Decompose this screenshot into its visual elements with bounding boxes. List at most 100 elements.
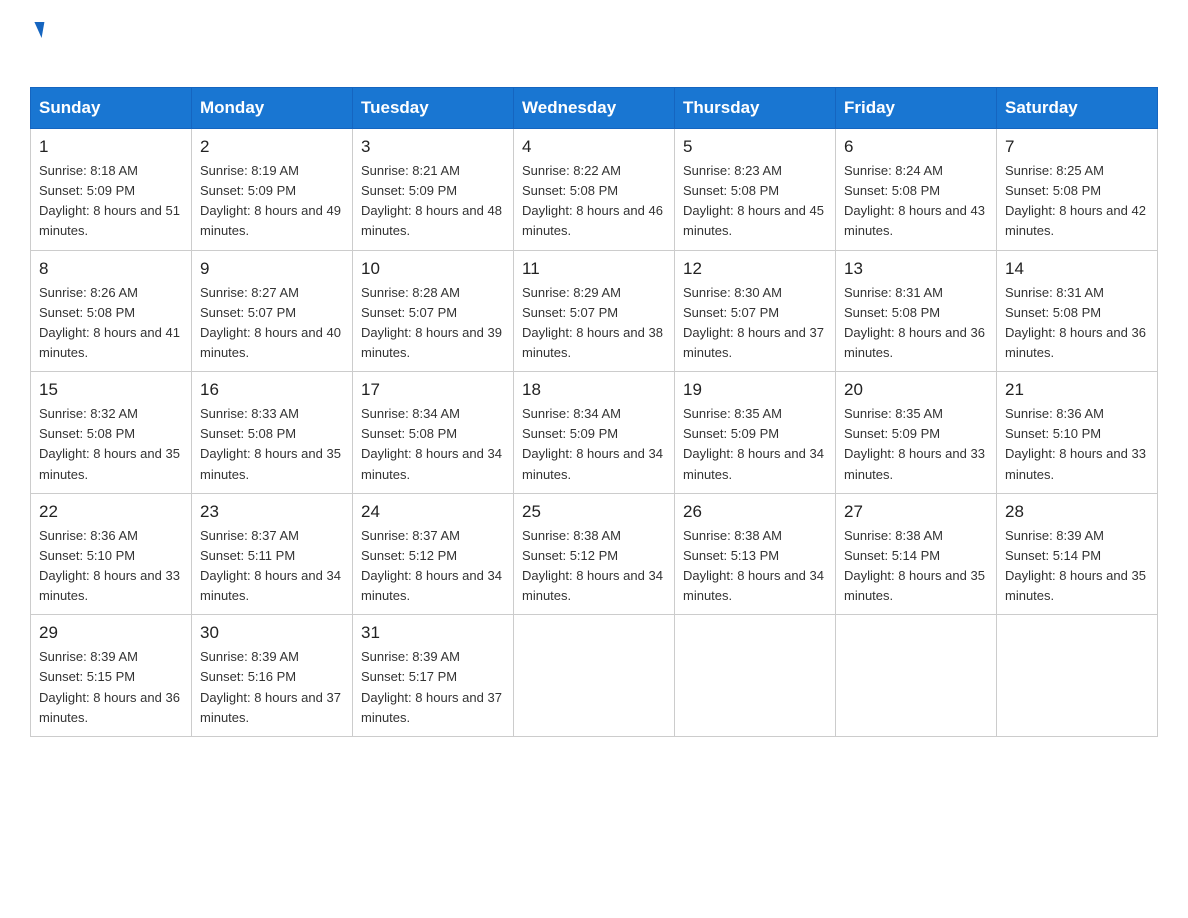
calendar-cell: 19Sunrise: 8:35 AMSunset: 5:09 PMDayligh… xyxy=(675,372,836,494)
day-number: 28 xyxy=(1005,502,1149,522)
day-info: Sunrise: 8:34 AMSunset: 5:08 PMDaylight:… xyxy=(361,404,505,485)
day-number: 11 xyxy=(522,259,666,279)
calendar-cell: 24 Sunrise: 8:37 AMSunset: 5:12 PMDayligh… xyxy=(353,493,514,615)
calendar-cell: 22 Sunrise: 8:36 AMSunset: 5:10 PMDayligh… xyxy=(31,493,192,615)
day-info: Sunrise: 8:39 AMSunset: 5:16 PMDaylight:… xyxy=(200,647,344,728)
calendar-cell: 15Sunrise: 8:32 AMSunset: 5:08 PMDayligh… xyxy=(31,372,192,494)
day-info: Sunrise: 8:27 AMSunset: 5:07 PMDaylight:… xyxy=(200,283,344,364)
calendar-cell: 5Sunrise: 8:23 AMSunset: 5:08 PMDaylight… xyxy=(675,129,836,251)
calendar-cell: 28 Sunrise: 8:39 AMSunset: 5:14 PMDayligh… xyxy=(997,493,1158,615)
day-number: 12 xyxy=(683,259,827,279)
calendar-cell: 13 Sunrise: 8:31 AMSunset: 5:08 PMDayligh… xyxy=(836,250,997,372)
day-number: 26 xyxy=(683,502,827,522)
day-info: Sunrise: 8:32 AMSunset: 5:08 PMDaylight:… xyxy=(39,404,183,485)
day-header-saturday: Saturday xyxy=(997,88,1158,129)
calendar-cell: 29 Sunrise: 8:39 AMSunset: 5:15 PMDayligh… xyxy=(31,615,192,737)
day-info: Sunrise: 8:22 AMSunset: 5:08 PMDaylight:… xyxy=(522,161,666,242)
calendar-cell: 6 Sunrise: 8:24 AMSunset: 5:08 PMDaylight… xyxy=(836,129,997,251)
day-number: 16 xyxy=(200,380,344,400)
calendar-cell: 3 Sunrise: 8:21 AMSunset: 5:09 PMDaylight… xyxy=(353,129,514,251)
calendar-header-row: SundayMondayTuesdayWednesdayThursdayFrid… xyxy=(31,88,1158,129)
calendar-week-row: 29 Sunrise: 8:39 AMSunset: 5:15 PMDayligh… xyxy=(31,615,1158,737)
day-number: 20 xyxy=(844,380,988,400)
calendar-week-row: 8Sunrise: 8:26 AMSunset: 5:08 PMDaylight… xyxy=(31,250,1158,372)
day-number: 27 xyxy=(844,502,988,522)
day-number: 22 xyxy=(39,502,183,522)
day-number: 3 xyxy=(361,137,505,157)
day-number: 2 xyxy=(200,137,344,157)
calendar-cell: 12 Sunrise: 8:30 AMSunset: 5:07 PMDayligh… xyxy=(675,250,836,372)
day-number: 31 xyxy=(361,623,505,643)
day-number: 23 xyxy=(200,502,344,522)
calendar-cell: 31 Sunrise: 8:39 AMSunset: 5:17 PMDayligh… xyxy=(353,615,514,737)
day-info: Sunrise: 8:21 AMSunset: 5:09 PMDaylight:… xyxy=(361,161,505,242)
calendar-cell: 9Sunrise: 8:27 AMSunset: 5:07 PMDaylight… xyxy=(192,250,353,372)
day-header-tuesday: Tuesday xyxy=(353,88,514,129)
day-info: Sunrise: 8:31 AMSunset: 5:08 PMDaylight:… xyxy=(1005,283,1149,364)
day-info: Sunrise: 8:33 AMSunset: 5:08 PMDaylight:… xyxy=(200,404,344,485)
calendar-cell: 10 Sunrise: 8:28 AMSunset: 5:07 PMDayligh… xyxy=(353,250,514,372)
calendar-week-row: 1Sunrise: 8:18 AMSunset: 5:09 PMDaylight… xyxy=(31,129,1158,251)
calendar-cell: 14 Sunrise: 8:31 AMSunset: 5:08 PMDayligh… xyxy=(997,250,1158,372)
calendar-week-row: 22 Sunrise: 8:36 AMSunset: 5:10 PMDayligh… xyxy=(31,493,1158,615)
day-info: Sunrise: 8:38 AMSunset: 5:12 PMDaylight:… xyxy=(522,526,666,607)
day-info: Sunrise: 8:31 AMSunset: 5:08 PMDaylight:… xyxy=(844,283,988,364)
calendar-cell: 26 Sunrise: 8:38 AMSunset: 5:13 PMDayligh… xyxy=(675,493,836,615)
calendar-cell: 23 Sunrise: 8:37 AMSunset: 5:11 PMDayligh… xyxy=(192,493,353,615)
day-info: Sunrise: 8:39 AMSunset: 5:14 PMDaylight:… xyxy=(1005,526,1149,607)
day-number: 30 xyxy=(200,623,344,643)
logo xyxy=(30,20,43,67)
logo-arrow-icon xyxy=(32,22,45,38)
calendar-cell: 16 Sunrise: 8:33 AMSunset: 5:08 PMDayligh… xyxy=(192,372,353,494)
day-number: 24 xyxy=(361,502,505,522)
calendar-table: SundayMondayTuesdayWednesdayThursdayFrid… xyxy=(30,87,1158,737)
calendar-cell: 27 Sunrise: 8:38 AMSunset: 5:14 PMDayligh… xyxy=(836,493,997,615)
day-info: Sunrise: 8:28 AMSunset: 5:07 PMDaylight:… xyxy=(361,283,505,364)
day-info: Sunrise: 8:38 AMSunset: 5:13 PMDaylight:… xyxy=(683,526,827,607)
day-header-thursday: Thursday xyxy=(675,88,836,129)
calendar-cell: 11 Sunrise: 8:29 AMSunset: 5:07 PMDayligh… xyxy=(514,250,675,372)
day-number: 14 xyxy=(1005,259,1149,279)
day-number: 13 xyxy=(844,259,988,279)
day-info: Sunrise: 8:39 AMSunset: 5:15 PMDaylight:… xyxy=(39,647,183,728)
day-info: Sunrise: 8:39 AMSunset: 5:17 PMDaylight:… xyxy=(361,647,505,728)
day-number: 4 xyxy=(522,137,666,157)
day-number: 10 xyxy=(361,259,505,279)
calendar-cell xyxy=(997,615,1158,737)
day-number: 18 xyxy=(522,380,666,400)
day-number: 29 xyxy=(39,623,183,643)
day-header-monday: Monday xyxy=(192,88,353,129)
day-number: 21 xyxy=(1005,380,1149,400)
calendar-cell: 18 Sunrise: 8:34 AMSunset: 5:09 PMDayligh… xyxy=(514,372,675,494)
day-info: Sunrise: 8:19 AMSunset: 5:09 PMDaylight:… xyxy=(200,161,344,242)
calendar-cell: 1Sunrise: 8:18 AMSunset: 5:09 PMDaylight… xyxy=(31,129,192,251)
day-info: Sunrise: 8:29 AMSunset: 5:07 PMDaylight:… xyxy=(522,283,666,364)
calendar-cell: 20 Sunrise: 8:35 AMSunset: 5:09 PMDayligh… xyxy=(836,372,997,494)
calendar-cell: 7 Sunrise: 8:25 AMSunset: 5:08 PMDaylight… xyxy=(997,129,1158,251)
calendar-cell xyxy=(836,615,997,737)
day-info: Sunrise: 8:24 AMSunset: 5:08 PMDaylight:… xyxy=(844,161,988,242)
day-info: Sunrise: 8:37 AMSunset: 5:12 PMDaylight:… xyxy=(361,526,505,607)
day-info: Sunrise: 8:34 AMSunset: 5:09 PMDaylight:… xyxy=(522,404,666,485)
day-header-friday: Friday xyxy=(836,88,997,129)
day-number: 5 xyxy=(683,137,827,157)
calendar-cell: 2 Sunrise: 8:19 AMSunset: 5:09 PMDaylight… xyxy=(192,129,353,251)
day-info: Sunrise: 8:36 AMSunset: 5:10 PMDaylight:… xyxy=(39,526,183,607)
day-info: Sunrise: 8:35 AMSunset: 5:09 PMDaylight:… xyxy=(844,404,988,485)
day-info: Sunrise: 8:18 AMSunset: 5:09 PMDaylight:… xyxy=(39,161,183,242)
day-info: Sunrise: 8:37 AMSunset: 5:11 PMDaylight:… xyxy=(200,526,344,607)
day-info: Sunrise: 8:30 AMSunset: 5:07 PMDaylight:… xyxy=(683,283,827,364)
calendar-cell: 30 Sunrise: 8:39 AMSunset: 5:16 PMDayligh… xyxy=(192,615,353,737)
day-info: Sunrise: 8:35 AMSunset: 5:09 PMDaylight:… xyxy=(683,404,827,485)
day-info: Sunrise: 8:25 AMSunset: 5:08 PMDaylight:… xyxy=(1005,161,1149,242)
calendar-cell xyxy=(514,615,675,737)
day-number: 25 xyxy=(522,502,666,522)
day-info: Sunrise: 8:38 AMSunset: 5:14 PMDaylight:… xyxy=(844,526,988,607)
calendar-cell: 25 Sunrise: 8:38 AMSunset: 5:12 PMDayligh… xyxy=(514,493,675,615)
calendar-week-row: 15Sunrise: 8:32 AMSunset: 5:08 PMDayligh… xyxy=(31,372,1158,494)
day-number: 6 xyxy=(844,137,988,157)
day-info: Sunrise: 8:26 AMSunset: 5:08 PMDaylight:… xyxy=(39,283,183,364)
day-number: 7 xyxy=(1005,137,1149,157)
day-header-sunday: Sunday xyxy=(31,88,192,129)
calendar-cell: 17Sunrise: 8:34 AMSunset: 5:08 PMDayligh… xyxy=(353,372,514,494)
